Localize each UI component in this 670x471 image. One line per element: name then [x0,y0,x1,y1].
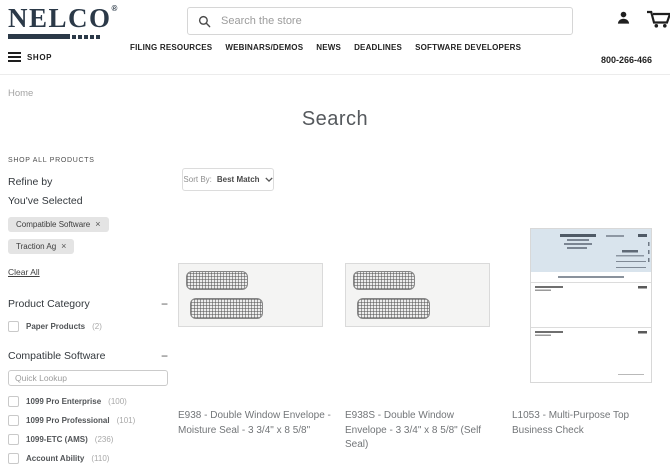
filter-option-paper-products[interactable]: Paper Products (2) [8,321,168,332]
product-image-e938s-envelope[interactable] [345,263,490,327]
option-count: (110) [91,454,109,463]
facet-title: Compatible Software [8,350,105,362]
option-label: 1099 Pro Professional [26,416,110,425]
option-count: (101) [117,416,136,425]
checkbox[interactable] [8,434,19,445]
registered-trademark-icon: ® [112,4,119,13]
filter-option-1099-pro-professional[interactable]: 1099 Pro Professional (101) [8,415,168,426]
product-title-e938[interactable]: E938 - Double Window Envelope - Moisture… [178,409,331,438]
nav-item-deadlines[interactable]: DEADLINES [354,43,402,52]
collapse-icon[interactable]: − [161,350,168,362]
facet-header[interactable]: Product Category − [8,298,168,310]
nav-item-filing-resources[interactable]: FILING RESOURCES [130,43,212,52]
filter-option-1099-pro-enterprise[interactable]: 1099 Pro Enterprise (100) [8,396,168,407]
remove-icon[interactable]: × [95,220,100,229]
logo-underline [8,34,119,39]
collapse-icon[interactable]: − [161,298,168,310]
facet-header[interactable]: Compatible Software − [8,350,168,362]
business-check-illustration [530,228,652,383]
checkbox[interactable] [8,321,19,332]
checkbox[interactable] [8,396,19,407]
envelope-window [186,271,248,290]
sort-by-dropdown[interactable]: Sort By: Best Match [182,168,274,191]
filter-option-account-ability[interactable]: Account Ability (110) [8,453,168,464]
option-label: 1099-ETC (AMS) [26,435,88,444]
shop-button-label: SHOP [27,53,52,62]
option-label: Paper Products [26,322,85,331]
logo-wordmark: NELCO® [8,5,119,32]
facet-product-category: Product Category − Paper Products (2) [8,298,168,332]
facet-compatible-software: Compatible Software − 1099 Pro Enterpris… [8,350,168,471]
option-count: (2) [92,322,102,331]
selected-filters: Compatible Software× Traction Ag× [8,217,168,261]
nav-item-software-developers[interactable]: SOFTWARE DEVELOPERS [415,43,521,52]
product-title-l1053[interactable]: L1053 - Multi-Purpose Top Business Check [512,409,665,438]
nelco-logo[interactable]: NELCO® [8,5,119,39]
breadcrumb-home[interactable]: Home [8,88,33,99]
cart-icon[interactable] [647,10,670,28]
envelope-window [190,298,263,319]
youve-selected-heading: You've Selected [8,195,168,207]
sort-value: Best Match [217,175,260,184]
header-divider [0,74,670,75]
selected-filter-tag[interactable]: Compatible Software× [8,217,109,232]
option-count: (100) [108,397,127,406]
sort-label: Sort By: [183,175,211,184]
option-label: Account Ability [26,454,84,463]
remove-icon[interactable]: × [61,242,66,251]
nav-item-news[interactable]: NEWS [316,43,341,52]
option-label: 1099 Pro Enterprise [26,397,101,406]
shop-menu-button[interactable]: SHOP [8,52,52,62]
product-title-e938s[interactable]: E938S - Double Window Envelope - 3 3/4" … [345,409,498,453]
option-count: (236) [95,435,114,444]
page-title: Search [0,108,670,131]
phone-number: 800-266-466 [601,55,652,65]
checkbox[interactable] [8,415,19,426]
software-filter-list: 1099 Pro Enterprise (100) 1099 Pro Profe… [8,396,168,471]
nav-item-webinars-demos[interactable]: WEBINARS/DEMOS [225,43,303,52]
product-image-e938-envelope[interactable] [178,263,323,327]
filter-sidebar: SHOP ALL PRODUCTS Refine by You've Selec… [8,157,168,471]
chevron-down-icon [265,177,273,182]
checkbox[interactable] [8,453,19,464]
filter-option-1099-etc-ams[interactable]: 1099-ETC (AMS) (236) [8,434,168,445]
search-input[interactable] [219,14,562,28]
envelope-window [357,298,430,319]
quick-lookup-input[interactable] [8,370,168,386]
hamburger-icon [8,52,21,62]
search-icon [198,15,211,28]
shop-all-products-link[interactable]: SHOP ALL PRODUCTS [8,157,168,164]
store-search-bar[interactable] [187,7,573,35]
envelope-window [353,271,415,290]
page: NELCO® FILING RESOURCES WEBINARS/DEMOS N… [0,0,670,471]
clear-all-link[interactable]: Clear All [8,267,40,277]
account-icon[interactable] [616,10,631,26]
main-navigation: FILING RESOURCES WEBINARS/DEMOS NEWS DEA… [130,43,521,52]
selected-filter-tag[interactable]: Traction Ag× [8,239,74,254]
product-image-l1053-check[interactable] [530,228,652,383]
refine-by-heading: Refine by [8,176,168,188]
facet-title: Product Category [8,298,90,310]
